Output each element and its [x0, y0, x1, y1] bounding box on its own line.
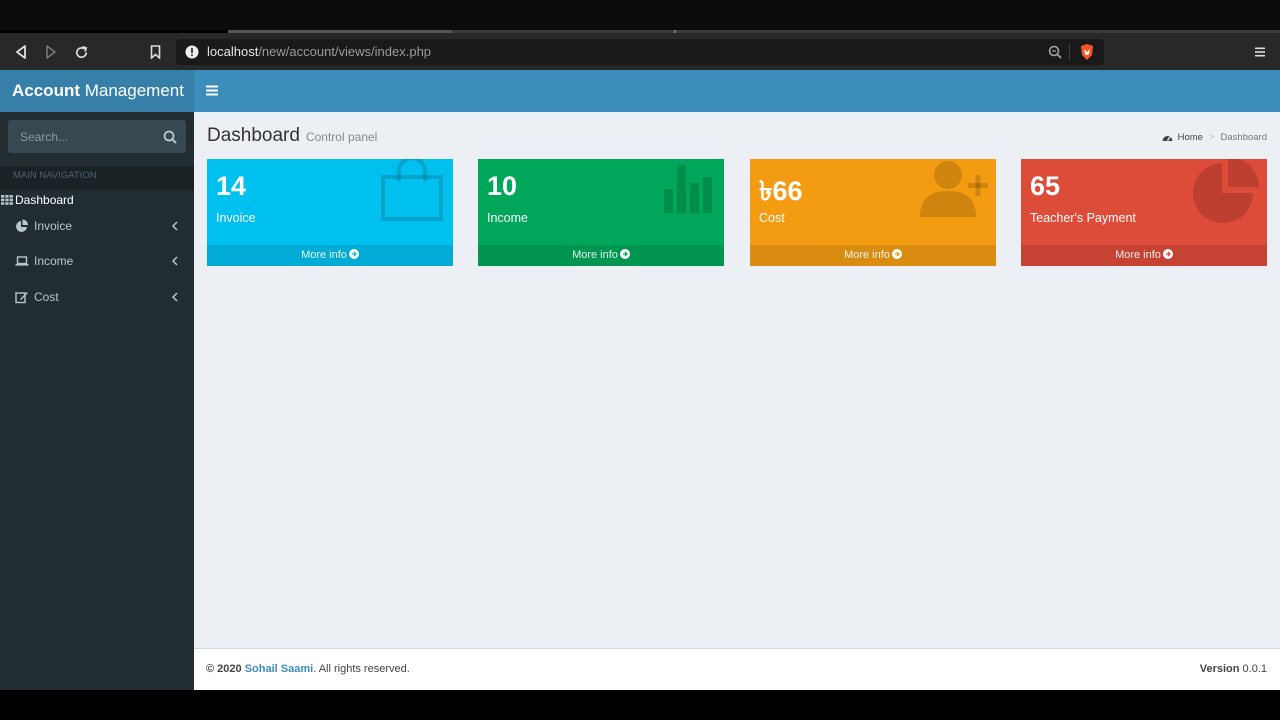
page-header: Dashboard Control panel — [207, 125, 377, 147]
more-info-label: More info — [1115, 249, 1161, 261]
grid-icon — [1, 195, 13, 205]
logo-rest: Management — [80, 81, 184, 100]
info-icon[interactable] — [185, 45, 199, 59]
stat-box-income: 10 Income More info — [478, 159, 724, 266]
page-subtitle: Control panel — [305, 130, 378, 144]
reload-icon — [75, 45, 87, 58]
user-plus-icon — [920, 161, 988, 217]
url-divider — [1069, 44, 1070, 60]
rights-text: . All rights reserved. — [313, 663, 410, 675]
stat-value: ৳66 — [759, 176, 803, 206]
back-button[interactable] — [11, 42, 31, 62]
address-bar[interactable]: localhost/new/account/views/index.php — [176, 39, 1104, 65]
url-text[interactable]: localhost/new/account/views/index.php — [207, 44, 431, 59]
stat-label: Income — [487, 211, 528, 225]
shopping-bag-icon — [381, 159, 443, 221]
stat-box-teachers-payment: 65 Teacher's Payment More info — [1021, 159, 1267, 266]
more-info-link[interactable]: More info — [750, 245, 996, 266]
stat-value: 65 — [1030, 171, 1061, 201]
sidebar-item-cost[interactable]: Cost — [0, 284, 194, 310]
breadcrumb-current: Dashboard — [1220, 132, 1267, 143]
arrow-circle-right-icon — [348, 249, 359, 259]
more-info-link[interactable]: More info — [207, 245, 453, 266]
window-top-bar — [0, 0, 1280, 30]
forward-button[interactable] — [41, 42, 61, 62]
sidebar-item-label: Dashboard — [15, 193, 74, 207]
copyright-text: © 2020 — [206, 663, 245, 675]
sidebar-search — [8, 120, 186, 153]
url-host: localhost — [207, 44, 259, 59]
author-link[interactable]: Sohail Saami — [245, 663, 313, 675]
stat-box-cost: ৳66 Cost More info — [750, 159, 996, 266]
more-info-link[interactable]: More info — [478, 245, 724, 266]
back-icon — [16, 45, 26, 59]
stat-label: Cost — [759, 211, 785, 225]
search-input[interactable] — [8, 120, 158, 153]
page-title: Dashboard — [207, 125, 300, 146]
pie-chart-icon — [1193, 159, 1259, 223]
app-logo[interactable]: Account Management — [0, 70, 194, 112]
version-info: Version 0.0.1 — [1200, 663, 1267, 675]
page-footer: © 2020 Sohail Saami. All rights reserved… — [194, 648, 1280, 690]
bookmark-button[interactable] — [145, 42, 165, 62]
laptop-icon — [15, 256, 29, 266]
url-path: /new/account/views/index.php — [258, 44, 432, 59]
version-number: 0.0.1 — [1239, 663, 1267, 675]
nav-header: MAIN NAVIGATION — [0, 166, 194, 190]
menu-icon — [1255, 47, 1265, 57]
stat-label: Invoice — [216, 211, 256, 225]
breadcrumb-home[interactable]: Home — [1178, 132, 1203, 143]
sidebar-item-label: Income — [34, 254, 74, 268]
bookmark-icon — [150, 45, 160, 59]
edit-icon — [15, 292, 28, 304]
sidebar-item-label: Invoice — [34, 219, 73, 233]
arrow-circle-right-icon — [619, 249, 630, 259]
sidebar-item-invoice[interactable]: Invoice — [0, 213, 194, 239]
arrow-circle-right-icon — [891, 249, 902, 259]
breadcrumb: Home > Dashboard — [1162, 132, 1267, 143]
forward-icon — [46, 45, 56, 59]
dashboard-icon — [1162, 135, 1173, 141]
menu-button[interactable] — [1250, 42, 1270, 62]
stat-box-invoice: 14 Invoice More info — [207, 159, 453, 266]
window-bottom-bar — [0, 690, 1280, 720]
more-info-label: More info — [301, 249, 347, 261]
stat-value: 14 — [216, 171, 247, 201]
version-label: Version — [1199, 663, 1240, 675]
brave-shield-icon[interactable] — [1079, 43, 1095, 61]
sidebar-toggle-icon[interactable] — [206, 85, 218, 96]
sidebar: Account Management MAIN NAVIGATION Dashb… — [0, 70, 194, 690]
top-navbar — [194, 70, 1280, 112]
arrow-circle-right-icon — [1162, 249, 1173, 259]
pie-chart-icon — [16, 219, 28, 232]
app-window: Account Management MAIN NAVIGATION Dashb… — [0, 70, 1280, 690]
chevron-left-icon — [171, 292, 178, 302]
breadcrumb-separator: > — [1208, 132, 1215, 143]
stat-label: Teacher's Payment — [1030, 211, 1136, 225]
more-info-label: More info — [844, 249, 890, 261]
chevron-left-icon — [171, 256, 178, 266]
chevron-left-icon — [171, 221, 178, 231]
logo-bold: Account — [12, 81, 80, 100]
reload-button[interactable] — [71, 42, 91, 62]
sidebar-item-income[interactable]: Income — [0, 248, 194, 274]
bar-chart-icon — [664, 165, 712, 213]
more-info-label: More info — [572, 249, 618, 261]
search-icon[interactable] — [162, 129, 178, 145]
stat-value: 10 — [487, 171, 518, 201]
browser-toolbar: localhost/new/account/views/index.php — [0, 33, 1280, 70]
sidebar-item-label: Cost — [34, 290, 59, 304]
more-info-link[interactable]: More info — [1021, 245, 1267, 266]
sidebar-item-dashboard[interactable]: Dashboard — [0, 191, 194, 209]
zoom-icon[interactable] — [1048, 45, 1062, 59]
copyright: © 2020 Sohail Saami. All rights reserved… — [206, 663, 410, 675]
